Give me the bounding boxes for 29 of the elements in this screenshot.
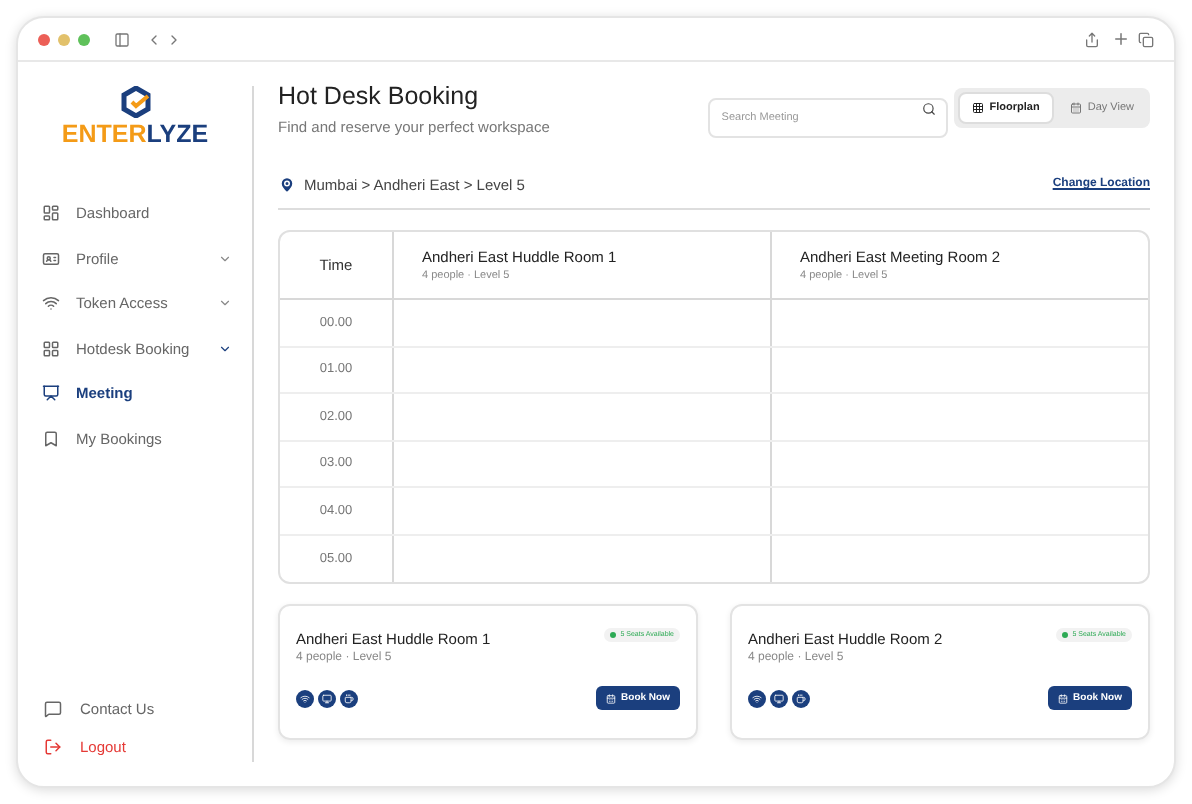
nav-icon [42, 339, 60, 358]
logo-text: ENTERLYZE [61, 122, 209, 147]
tabs-icon[interactable] [1138, 31, 1154, 47]
wifi-icon [296, 689, 314, 708]
nav-icon [42, 204, 60, 223]
calendar-icon [605, 693, 616, 704]
location-pin-icon [278, 176, 296, 194]
back-icon[interactable] [146, 31, 162, 47]
sidebar-toggle-icon[interactable] [114, 31, 130, 47]
monitor-icon [770, 689, 788, 708]
coffee-icon [792, 689, 810, 708]
coffee-icon [340, 689, 358, 708]
nav-icon [42, 294, 60, 313]
nav-icon [42, 249, 60, 268]
nav-icon [42, 429, 60, 448]
forward-icon[interactable] [166, 31, 182, 47]
wifi-icon [748, 689, 766, 708]
logout-icon [44, 738, 62, 756]
nav-icon [42, 384, 60, 403]
search-icon [921, 101, 936, 115]
share-icon[interactable] [1084, 31, 1100, 47]
grid-icon [971, 102, 984, 114]
monitor-icon [318, 689, 336, 708]
calendar-icon [1057, 693, 1068, 704]
new-tab-icon[interactable] [1112, 30, 1130, 48]
calendar-icon [1069, 102, 1082, 114]
chat-icon [44, 700, 62, 718]
page-title: Hot Desk Booking [278, 82, 481, 114]
logo-icon [119, 86, 151, 118]
